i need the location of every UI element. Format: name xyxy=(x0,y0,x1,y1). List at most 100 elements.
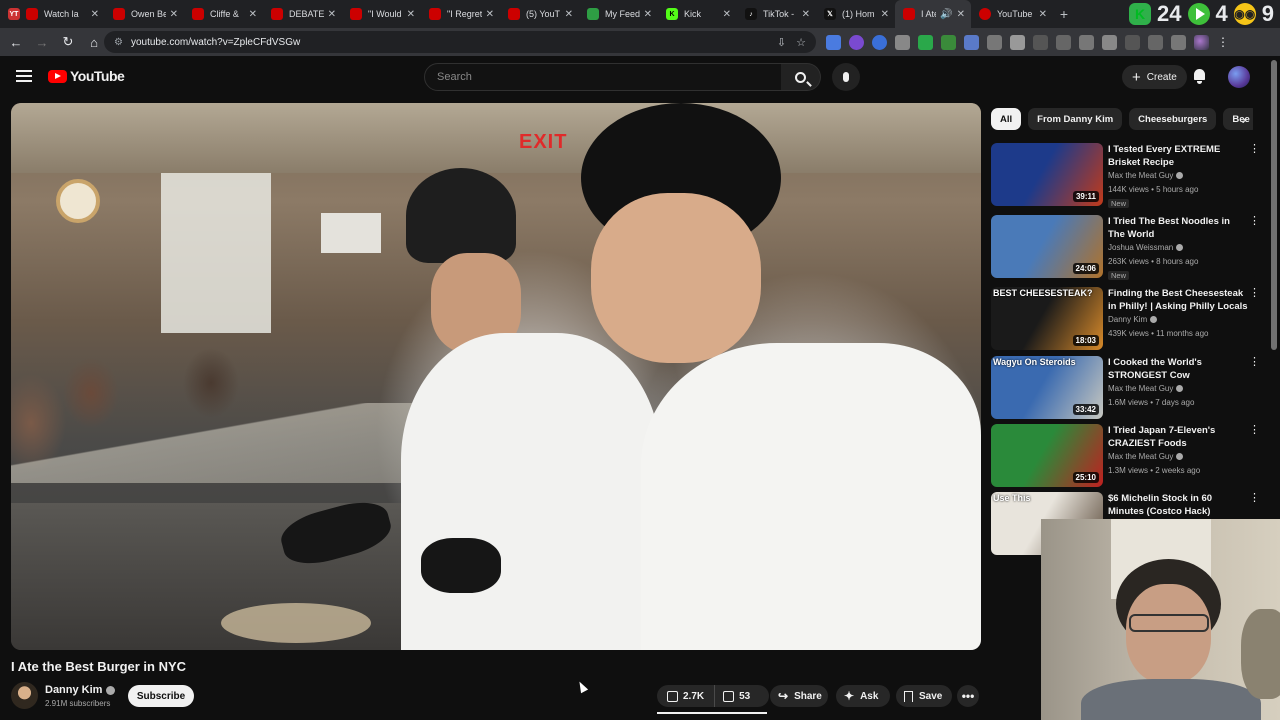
youtube-logo[interactable]: YouTube xyxy=(48,68,125,84)
browser-tab[interactable]: YT Watch la ✕ xyxy=(0,0,105,28)
close-icon[interactable]: ✕ xyxy=(881,9,889,20)
bookmark-star-icon[interactable]: ☆ xyxy=(796,36,806,49)
recommended-video-title[interactable]: I Tested Every EXTREME Brisket Recipe xyxy=(1108,143,1248,169)
kebab-menu-icon[interactable]: ⋮ xyxy=(1249,215,1260,227)
hamburger-menu-icon[interactable] xyxy=(16,70,32,82)
site-info-icon[interactable]: ⚙ xyxy=(114,37,123,48)
channel-avatar[interactable] xyxy=(11,682,38,709)
kebab-menu-icon[interactable]: ⋮ xyxy=(1249,143,1260,155)
extension-icon[interactable] xyxy=(872,34,887,50)
extension-icon[interactable] xyxy=(964,34,979,50)
close-icon[interactable]: ✕ xyxy=(802,9,810,20)
new-tab-button[interactable]: + xyxy=(1053,6,1075,22)
extension-icon[interactable] xyxy=(1148,34,1163,50)
more-actions-button[interactable]: ••• xyxy=(957,685,979,707)
browser-tab[interactable]: K Kick ✕ xyxy=(658,0,737,28)
extension-icon[interactable] xyxy=(918,34,933,50)
dislike-button[interactable]: 53 xyxy=(715,690,758,702)
recommended-channel[interactable]: Max the Meat Guy xyxy=(1108,452,1184,461)
close-icon[interactable]: ✕ xyxy=(486,9,494,20)
home-icon[interactable]: ⌂ xyxy=(82,35,106,50)
video-thumbnail[interactable]: 39:11 xyxy=(991,143,1103,206)
recommended-channel[interactable]: Max the Meat Guy xyxy=(1108,171,1184,180)
kebab-menu-icon[interactable]: ⋮ xyxy=(1249,356,1260,368)
extension-icon[interactable] xyxy=(1056,34,1071,50)
extension-icon[interactable] xyxy=(849,34,864,50)
close-icon[interactable]: ✕ xyxy=(565,9,573,20)
account-avatar[interactable] xyxy=(1228,66,1250,88)
extension-icon[interactable] xyxy=(987,34,1002,50)
create-button[interactable]: + Create xyxy=(1122,65,1187,89)
video-player[interactable]: EXIT xyxy=(11,103,981,650)
mask-icon[interactable]: ◉◉ xyxy=(1233,3,1256,25)
browser-tab[interactable]: "I Would ✕ xyxy=(342,0,421,28)
channel-name[interactable]: Danny Kim xyxy=(45,684,116,696)
install-icon[interactable]: ⇩ xyxy=(777,36,786,49)
extension-icon[interactable] xyxy=(941,34,956,50)
subscribe-button[interactable]: Subscribe xyxy=(128,685,194,707)
recommended-video-title[interactable]: Finding the Best Cheesesteak in Philly! … xyxy=(1108,287,1248,313)
kebab-menu-icon[interactable]: ⋮ xyxy=(1249,424,1260,436)
close-icon[interactable]: ✕ xyxy=(328,9,336,20)
search-input[interactable]: Search xyxy=(424,63,782,91)
browser-tab[interactable]: YouTube ✕ xyxy=(971,0,1053,28)
recommended-video[interactable]: Wagyu On Steroids 33:42 I Cooked the World… xyxy=(991,356,1263,420)
extension-icon[interactable] xyxy=(895,34,910,50)
close-icon[interactable]: ✕ xyxy=(957,9,965,20)
voice-search-button[interactable] xyxy=(832,63,860,91)
recommended-channel[interactable]: Max the Meat Guy xyxy=(1108,384,1184,393)
chip-cheeseburgers[interactable]: Cheeseburgers xyxy=(1129,108,1217,130)
extension-icon[interactable] xyxy=(1171,34,1186,50)
close-icon[interactable]: ✕ xyxy=(644,9,652,20)
recommended-video-title[interactable]: I Tried Japan 7-Eleven's CRAZIEST Foods xyxy=(1108,424,1248,450)
browser-tab[interactable]: ♪ TikTok - ✕ xyxy=(737,0,816,28)
extension-icon[interactable] xyxy=(1125,34,1140,50)
extension-icon[interactable] xyxy=(1033,34,1048,50)
back-icon[interactable]: ← xyxy=(4,35,28,50)
video-thumbnail[interactable]: BEST CHEESESTEAK? 18:03 xyxy=(991,287,1103,350)
browser-tab[interactable]: Owen Be ✕ xyxy=(105,0,184,28)
forward-icon[interactable]: → xyxy=(30,35,54,50)
recommended-video[interactable]: 25:10 I Tried Japan 7-Eleven's CRAZIEST F… xyxy=(991,424,1263,488)
notifications-bell-icon[interactable] xyxy=(1192,68,1207,84)
chip-all[interactable]: All xyxy=(991,108,1022,130)
extension-icon[interactable] xyxy=(1079,34,1094,50)
browser-tab[interactable]: (5) YouT ✕ xyxy=(500,0,579,28)
extension-icon[interactable] xyxy=(1102,34,1117,50)
share-button[interactable]: ↪ Share xyxy=(770,685,828,707)
recommended-video-title[interactable]: I Cooked the World's STRONGEST Cow xyxy=(1108,356,1248,382)
extension-icon[interactable] xyxy=(826,34,841,50)
recommended-video[interactable]: BEST CHEESESTEAK? 18:03 Finding the Best C… xyxy=(991,287,1263,351)
close-icon[interactable]: ✕ xyxy=(249,9,257,20)
save-button[interactable]: Save xyxy=(896,685,952,707)
play-icon[interactable] xyxy=(1187,3,1210,25)
extension-icon[interactable] xyxy=(1010,34,1025,50)
chip-from-channel[interactable]: From Danny Kim xyxy=(1028,108,1123,130)
browser-tab[interactable]: "I Regret ✕ xyxy=(421,0,500,28)
browser-menu-icon[interactable]: ⋮ xyxy=(1217,35,1229,49)
kebab-menu-icon[interactable]: ⋮ xyxy=(1249,287,1260,299)
kebab-menu-icon[interactable]: ⋮ xyxy=(1249,492,1260,504)
close-icon[interactable]: ✕ xyxy=(1039,9,1047,20)
chevron-right-icon[interactable]: › xyxy=(1234,108,1254,130)
browser-tab[interactable]: My Feed ✕ xyxy=(579,0,658,28)
speaker-icon[interactable]: 🔊 xyxy=(940,9,952,20)
recommended-video-title[interactable]: $6 Michelin Stock in 60 Minutes (Costco … xyxy=(1108,492,1248,518)
browser-tab-active[interactable]: I Ate 🔊 ✕ xyxy=(895,0,971,28)
close-icon[interactable]: ✕ xyxy=(407,9,415,20)
page-scrollbar[interactable] xyxy=(1271,60,1277,350)
browser-tab[interactable]: Cliffe & ✕ xyxy=(184,0,263,28)
close-icon[interactable]: ✕ xyxy=(170,9,178,20)
browser-tab[interactable]: 𝕏 (1) Hom ✕ xyxy=(816,0,895,28)
video-thumbnail[interactable]: Wagyu On Steroids 33:42 xyxy=(991,356,1103,419)
reload-icon[interactable]: ↻ xyxy=(56,34,80,50)
video-thumbnail[interactable]: 25:10 xyxy=(991,424,1103,487)
profile-icon[interactable] xyxy=(1194,34,1209,50)
close-icon[interactable]: ✕ xyxy=(91,9,99,20)
grammarly-icon[interactable]: K xyxy=(1129,3,1152,25)
close-icon[interactable]: ✕ xyxy=(723,9,731,20)
recommended-channel[interactable]: Danny Kim xyxy=(1108,315,1158,324)
recommended-channel[interactable]: Joshua Weissman xyxy=(1108,243,1184,252)
video-thumbnail[interactable]: 24:06 xyxy=(991,215,1103,278)
like-button[interactable]: 2.7K xyxy=(657,685,716,707)
